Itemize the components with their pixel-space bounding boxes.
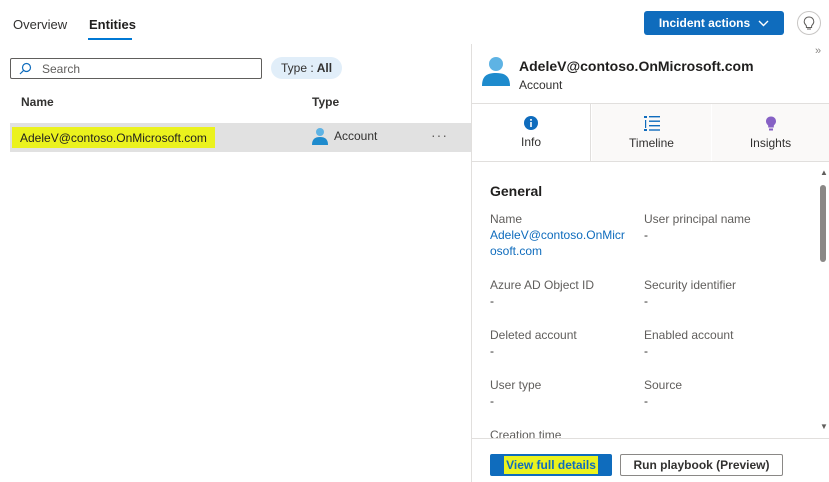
incident-actions-button[interactable]: Incident actions xyxy=(644,11,784,35)
entity-type-label: Account xyxy=(334,129,378,143)
tab-entities[interactable]: Entities xyxy=(89,17,136,32)
timeline-icon xyxy=(643,115,660,131)
field-label: Source xyxy=(644,378,683,392)
entity-type-cell: Account xyxy=(312,127,377,145)
tab-info-label: Info xyxy=(520,135,541,149)
field-label: Name xyxy=(490,212,523,226)
tab-timeline-label: Timeline xyxy=(629,135,674,150)
details-scroll-area: General Name AdeleV@contoso.OnMicrosoft.… xyxy=(472,162,817,438)
type-filter-pill[interactable]: Type : All xyxy=(271,57,343,79)
field-value: - xyxy=(644,228,648,242)
more-options-icon[interactable]: ··· xyxy=(431,127,448,143)
entity-title: AdeleV@contoso.OnMicrosoft.com xyxy=(519,58,754,74)
field-user-principal-name: User principal name - xyxy=(644,211,784,243)
field-name: Name AdeleV@contoso.OnMicrosoft.com xyxy=(490,211,630,259)
chevron-down-icon xyxy=(758,20,769,26)
insights-lightbulb-icon xyxy=(765,116,776,130)
column-header-type[interactable]: Type xyxy=(312,95,339,109)
field-value: - xyxy=(490,344,494,358)
scroll-up-icon[interactable]: ▲ xyxy=(820,168,828,177)
scroll-down-icon[interactable]: ▼ xyxy=(820,422,828,431)
field-value: - xyxy=(644,394,648,408)
field-label: User principal name xyxy=(644,212,751,226)
tab-overview[interactable]: Overview xyxy=(13,17,67,32)
entity-subtitle: Account xyxy=(519,78,563,92)
view-full-details-button[interactable]: View full details xyxy=(490,454,612,476)
name-link[interactable]: AdeleV@contoso.OnMicrosoft.com xyxy=(490,227,625,259)
field-label: Creation time xyxy=(490,428,562,438)
type-filter-label: Type : xyxy=(281,61,314,75)
column-header-name[interactable]: Name xyxy=(21,95,54,109)
tab-selected-indicator xyxy=(88,38,132,40)
view-full-details-label: View full details xyxy=(504,456,598,474)
entities-list-pane: Type : All Name Type AdeleV@contoso.OnMi… xyxy=(0,44,471,482)
field-label: Deleted account xyxy=(490,328,577,342)
scrollbar-thumb[interactable] xyxy=(820,185,826,262)
search-icon xyxy=(19,62,32,75)
info-icon xyxy=(524,116,538,130)
panel-tabs: Info Timeline Insights xyxy=(472,104,829,161)
entity-header: AdeleV@contoso.OnMicrosoft.com Account xyxy=(482,56,822,96)
search-box[interactable] xyxy=(10,58,262,79)
type-filter-value: All xyxy=(316,61,333,75)
field-value: - xyxy=(644,344,648,358)
entity-name-cell[interactable]: AdeleV@contoso.OnMicrosoft.com xyxy=(12,127,215,148)
field-security-identifier: Security identifier - xyxy=(644,277,784,309)
field-label: User type xyxy=(490,378,542,392)
table-row[interactable]: AdeleV@contoso.OnMicrosoft.com Account ·… xyxy=(10,123,471,152)
account-icon xyxy=(312,128,328,145)
field-enabled-account: Enabled account - xyxy=(644,327,784,359)
account-avatar-icon xyxy=(482,57,510,86)
section-title-general: General xyxy=(490,183,543,199)
top-tabs: Overview Entities xyxy=(0,0,470,44)
details-scrollbar[interactable]: ▲ ▼ xyxy=(818,162,829,438)
tab-insights-label: Insights xyxy=(749,135,792,150)
field-label: Enabled account xyxy=(644,328,734,342)
run-playbook-button[interactable]: Run playbook (Preview) xyxy=(620,454,783,476)
field-value: - xyxy=(490,294,494,308)
search-input[interactable] xyxy=(42,61,242,76)
tab-insights[interactable]: Insights xyxy=(712,104,829,161)
field-deleted-account: Deleted account - xyxy=(490,327,630,359)
field-azure-ad-object-id: Azure AD Object ID - xyxy=(490,277,630,309)
field-label: Security identifier xyxy=(644,278,737,292)
lightbulb-icon xyxy=(803,15,815,29)
field-label: Azure AD Object ID xyxy=(490,278,595,292)
tab-info[interactable]: Info xyxy=(472,104,591,161)
field-creation-time: Creation time xyxy=(490,427,630,438)
entity-details-panel: AdeleV@contoso.OnMicrosoft.com Account I… xyxy=(472,44,829,482)
incident-actions-label: Incident actions xyxy=(658,16,751,30)
field-value: - xyxy=(644,294,648,308)
field-value: - xyxy=(490,394,494,408)
divider xyxy=(472,438,829,439)
tab-timeline[interactable]: Timeline xyxy=(592,104,711,161)
lightbulb-button[interactable] xyxy=(797,11,821,35)
field-source: Source - xyxy=(644,377,784,409)
field-user-type: User type - xyxy=(490,377,630,409)
